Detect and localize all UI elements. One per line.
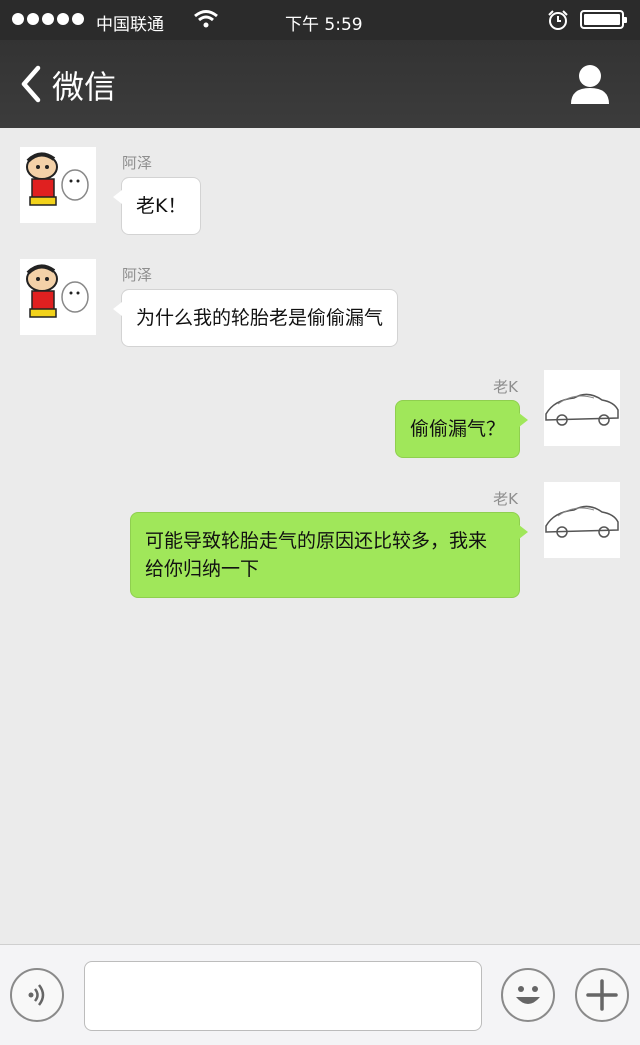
message-bubble-incoming[interactable]: 为什么我的轮胎老是偷偷漏气 (112, 289, 399, 347)
status-time: 下午 5:59 (285, 15, 363, 35)
person-icon[interactable] (568, 62, 612, 106)
battery-icon (580, 10, 627, 29)
cartoon-boy-avatar[interactable] (20, 147, 96, 223)
sender-name: 老K (493, 490, 518, 508)
chevron-left-icon[interactable] (18, 64, 48, 104)
message-bubble-outgoing[interactable]: 可能导致轮胎走气的原因还比较多，我来给你归纳一下 (130, 512, 528, 598)
message-input[interactable] (84, 961, 482, 1031)
sender-name: 阿泽 (122, 154, 153, 172)
message-bubble-outgoing[interactable]: 偷偷漏气？ (394, 400, 529, 458)
car-sketch-avatar[interactable] (544, 482, 620, 558)
nav-bar: 微信 (0, 40, 640, 128)
signal-dots-icon (12, 13, 84, 25)
car-sketch-avatar[interactable] (544, 370, 620, 446)
carrier-name: 中国联通 (96, 15, 164, 35)
status-bar: 中国联通 下午 5:59 (0, 0, 640, 40)
back-button[interactable]: 微信 (52, 62, 116, 108)
alarm-icon (547, 9, 569, 36)
smiley-icon[interactable] (501, 968, 555, 1022)
voice-icon[interactable] (10, 968, 64, 1022)
wifi-icon (193, 9, 219, 34)
sender-name: 老K (493, 378, 518, 396)
cartoon-boy-avatar[interactable] (20, 259, 96, 335)
message-bubble-incoming[interactable]: 老K！ (112, 177, 202, 235)
sender-name: 阿泽 (122, 266, 153, 284)
input-bar (0, 944, 640, 1045)
plus-icon[interactable] (575, 968, 629, 1022)
chat-area[interactable]: 阿泽 老K！ 阿泽 为什么我的轮胎老是偷偷漏气 老K 偷偷漏气？ 老K 可能导致… (0, 128, 640, 944)
